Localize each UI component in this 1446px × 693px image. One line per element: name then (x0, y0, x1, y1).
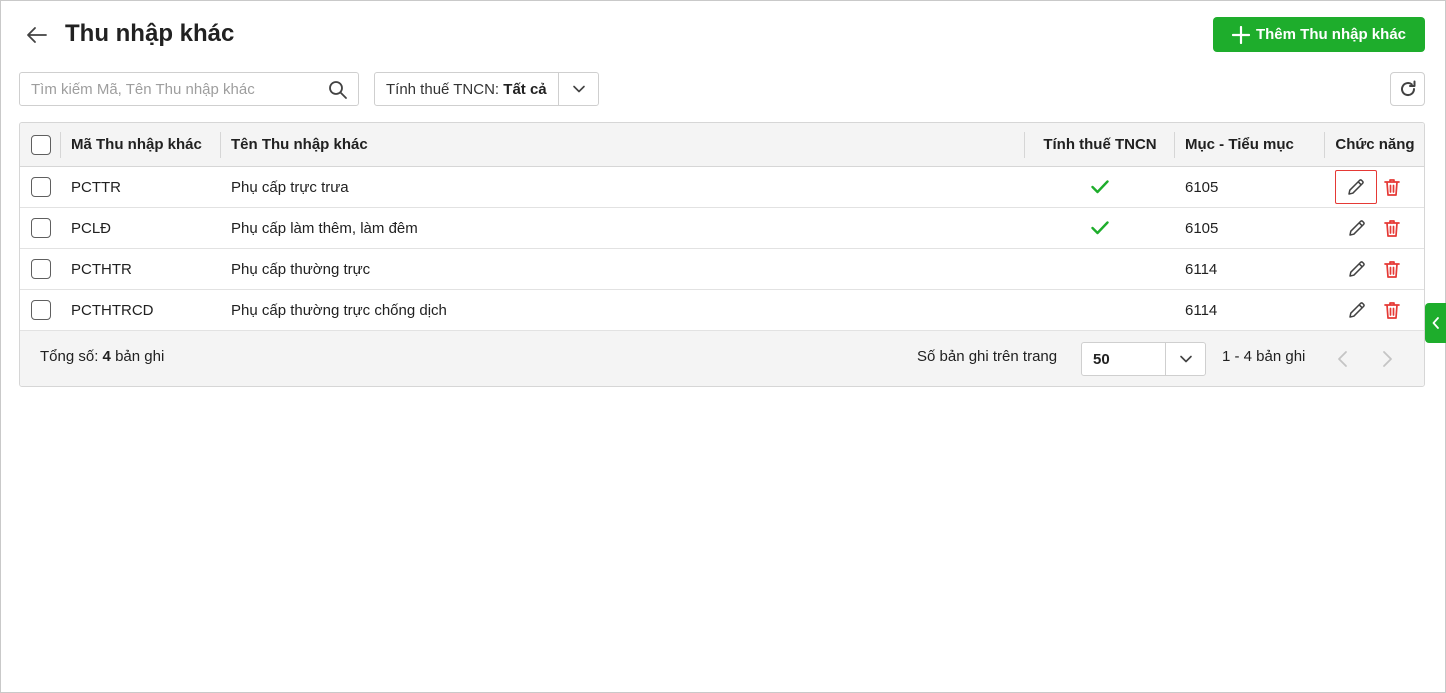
total-label: Tổng số: (40, 348, 99, 365)
plus-icon (1231, 25, 1250, 44)
row-checkbox[interactable] (31, 177, 51, 197)
row-tax (1025, 208, 1175, 248)
page-header: Thu nhập khác Thêm Thu nhập khác (0, 0, 1446, 70)
chevron-left-icon (1338, 351, 1347, 367)
tax-filter-label: Tính thuế TNCN: (386, 80, 500, 98)
chevron-left-icon (1432, 317, 1439, 329)
table-row[interactable]: PCTTR Phụ cấp trực trưa 6105 (20, 167, 1424, 208)
chevron-right-icon (1383, 351, 1392, 367)
pencil-icon (1348, 179, 1364, 195)
table-header: Mã Thu nhập khác Tên Thu nhập khác Tính … (20, 123, 1424, 167)
tax-filter-dropdown-button[interactable] (558, 73, 598, 105)
search-icon[interactable] (328, 80, 348, 105)
delete-button[interactable] (1379, 256, 1405, 282)
delete-button[interactable] (1379, 174, 1405, 200)
per-page-dropdown-button[interactable] (1165, 343, 1205, 375)
column-divider (1174, 132, 1175, 158)
tax-filter-value: Tất cả (503, 80, 547, 98)
pencil-icon (1349, 261, 1365, 277)
chevron-down-icon (1179, 355, 1192, 363)
row-code: PCLĐ (71, 219, 112, 237)
checkmark-icon (1091, 180, 1109, 194)
checkmark-icon (1091, 221, 1109, 235)
table-row[interactable]: PCTHTRCD Phụ cấp thường trực chống dịch … (20, 290, 1424, 331)
prev-page-button[interactable] (1331, 347, 1355, 371)
next-page-button[interactable] (1375, 347, 1399, 371)
row-name: Phụ cấp thường trực chống dịch (231, 301, 447, 319)
row-code: PCTHTR (71, 260, 132, 278)
pencil-icon (1349, 220, 1365, 236)
page-title: Thu nhập khác (65, 20, 235, 47)
row-category: 6105 (1185, 219, 1219, 237)
other-income-table: Mã Thu nhập khác Tên Thu nhập khác Tính … (19, 122, 1425, 387)
row-actions (1344, 290, 1405, 330)
total-suffix: bản ghi (115, 348, 165, 365)
total-count: 4 (102, 348, 111, 365)
side-panel-toggle[interactable] (1425, 303, 1446, 343)
edit-button[interactable] (1335, 170, 1377, 204)
refresh-button[interactable] (1390, 72, 1425, 106)
row-checkbox[interactable] (31, 218, 51, 238)
trash-icon (1384, 261, 1400, 278)
row-actions (1335, 167, 1405, 207)
select-all-cell (31, 123, 51, 166)
row-code: PCTHTRCD (71, 301, 154, 319)
row-checkbox[interactable] (31, 300, 51, 320)
table-footer: Tổng số: 4 bản ghi Số bản ghi trên trang… (20, 331, 1424, 386)
column-header-actions: Chức năng (1335, 136, 1415, 153)
row-category: 6114 (1185, 260, 1218, 278)
row-select-cell (31, 249, 51, 289)
column-header-code[interactable]: Mã Thu nhập khác (71, 123, 202, 166)
row-name: Phụ cấp thường trực (231, 260, 371, 278)
delete-button[interactable] (1379, 297, 1405, 323)
trash-icon (1384, 302, 1400, 319)
row-actions (1344, 249, 1405, 289)
row-name: Phụ cấp làm thêm, làm đêm (231, 219, 418, 237)
trash-icon (1384, 179, 1400, 196)
edit-button[interactable] (1344, 215, 1370, 241)
column-divider (60, 132, 61, 158)
tax-filter-select[interactable]: Tính thuế TNCN: Tất cả (374, 72, 599, 106)
row-select-cell (31, 290, 51, 330)
pencil-icon (1349, 302, 1365, 318)
column-header-category[interactable]: Mục - Tiểu mục (1185, 123, 1294, 166)
row-code: PCTTR (71, 178, 121, 196)
per-page-label: Số bản ghi trên trang (917, 348, 1058, 365)
row-tax (1025, 249, 1175, 289)
select-all-checkbox[interactable] (31, 134, 51, 155)
table-row[interactable]: PCLĐ Phụ cấp làm thêm, làm đêm 6105 (20, 208, 1424, 249)
row-tax (1025, 290, 1175, 330)
add-button-label: Thêm Thu nhập khác (1255, 26, 1406, 43)
search-box (19, 72, 359, 106)
row-select-cell (31, 167, 51, 207)
row-name: Phụ cấp trực trưa (231, 178, 349, 196)
chevron-down-icon (572, 85, 585, 93)
tax-filter-text: Tính thuế TNCN: Tất cả (375, 81, 559, 98)
column-header-tax[interactable]: Tính thuế TNCN (1025, 123, 1175, 166)
search-input[interactable] (20, 73, 320, 105)
row-category: 6105 (1185, 178, 1219, 196)
row-tax (1025, 167, 1175, 207)
per-page-value: 50 (1093, 351, 1110, 368)
row-select-cell (31, 208, 51, 248)
edit-button[interactable] (1344, 297, 1370, 323)
per-page-select[interactable]: 50 (1081, 342, 1206, 376)
row-actions (1344, 208, 1405, 248)
arrow-left-icon (27, 27, 47, 43)
back-button[interactable] (24, 22, 50, 48)
add-other-income-button[interactable]: Thêm Thu nhập khác (1213, 17, 1425, 52)
row-category: 6114 (1185, 301, 1218, 319)
column-header-name[interactable]: Tên Thu nhập khác (231, 123, 368, 166)
trash-icon (1384, 220, 1400, 237)
column-divider (220, 132, 221, 158)
total-records: Tổng số: 4 bản ghi (40, 348, 164, 365)
delete-button[interactable] (1379, 215, 1405, 241)
edit-button[interactable] (1344, 256, 1370, 282)
table-row[interactable]: PCTHTR Phụ cấp thường trực 6114 (20, 249, 1424, 290)
page-range-text: 1 - 4 bản ghi (1222, 348, 1306, 365)
row-checkbox[interactable] (31, 259, 51, 279)
refresh-icon (1400, 80, 1415, 97)
